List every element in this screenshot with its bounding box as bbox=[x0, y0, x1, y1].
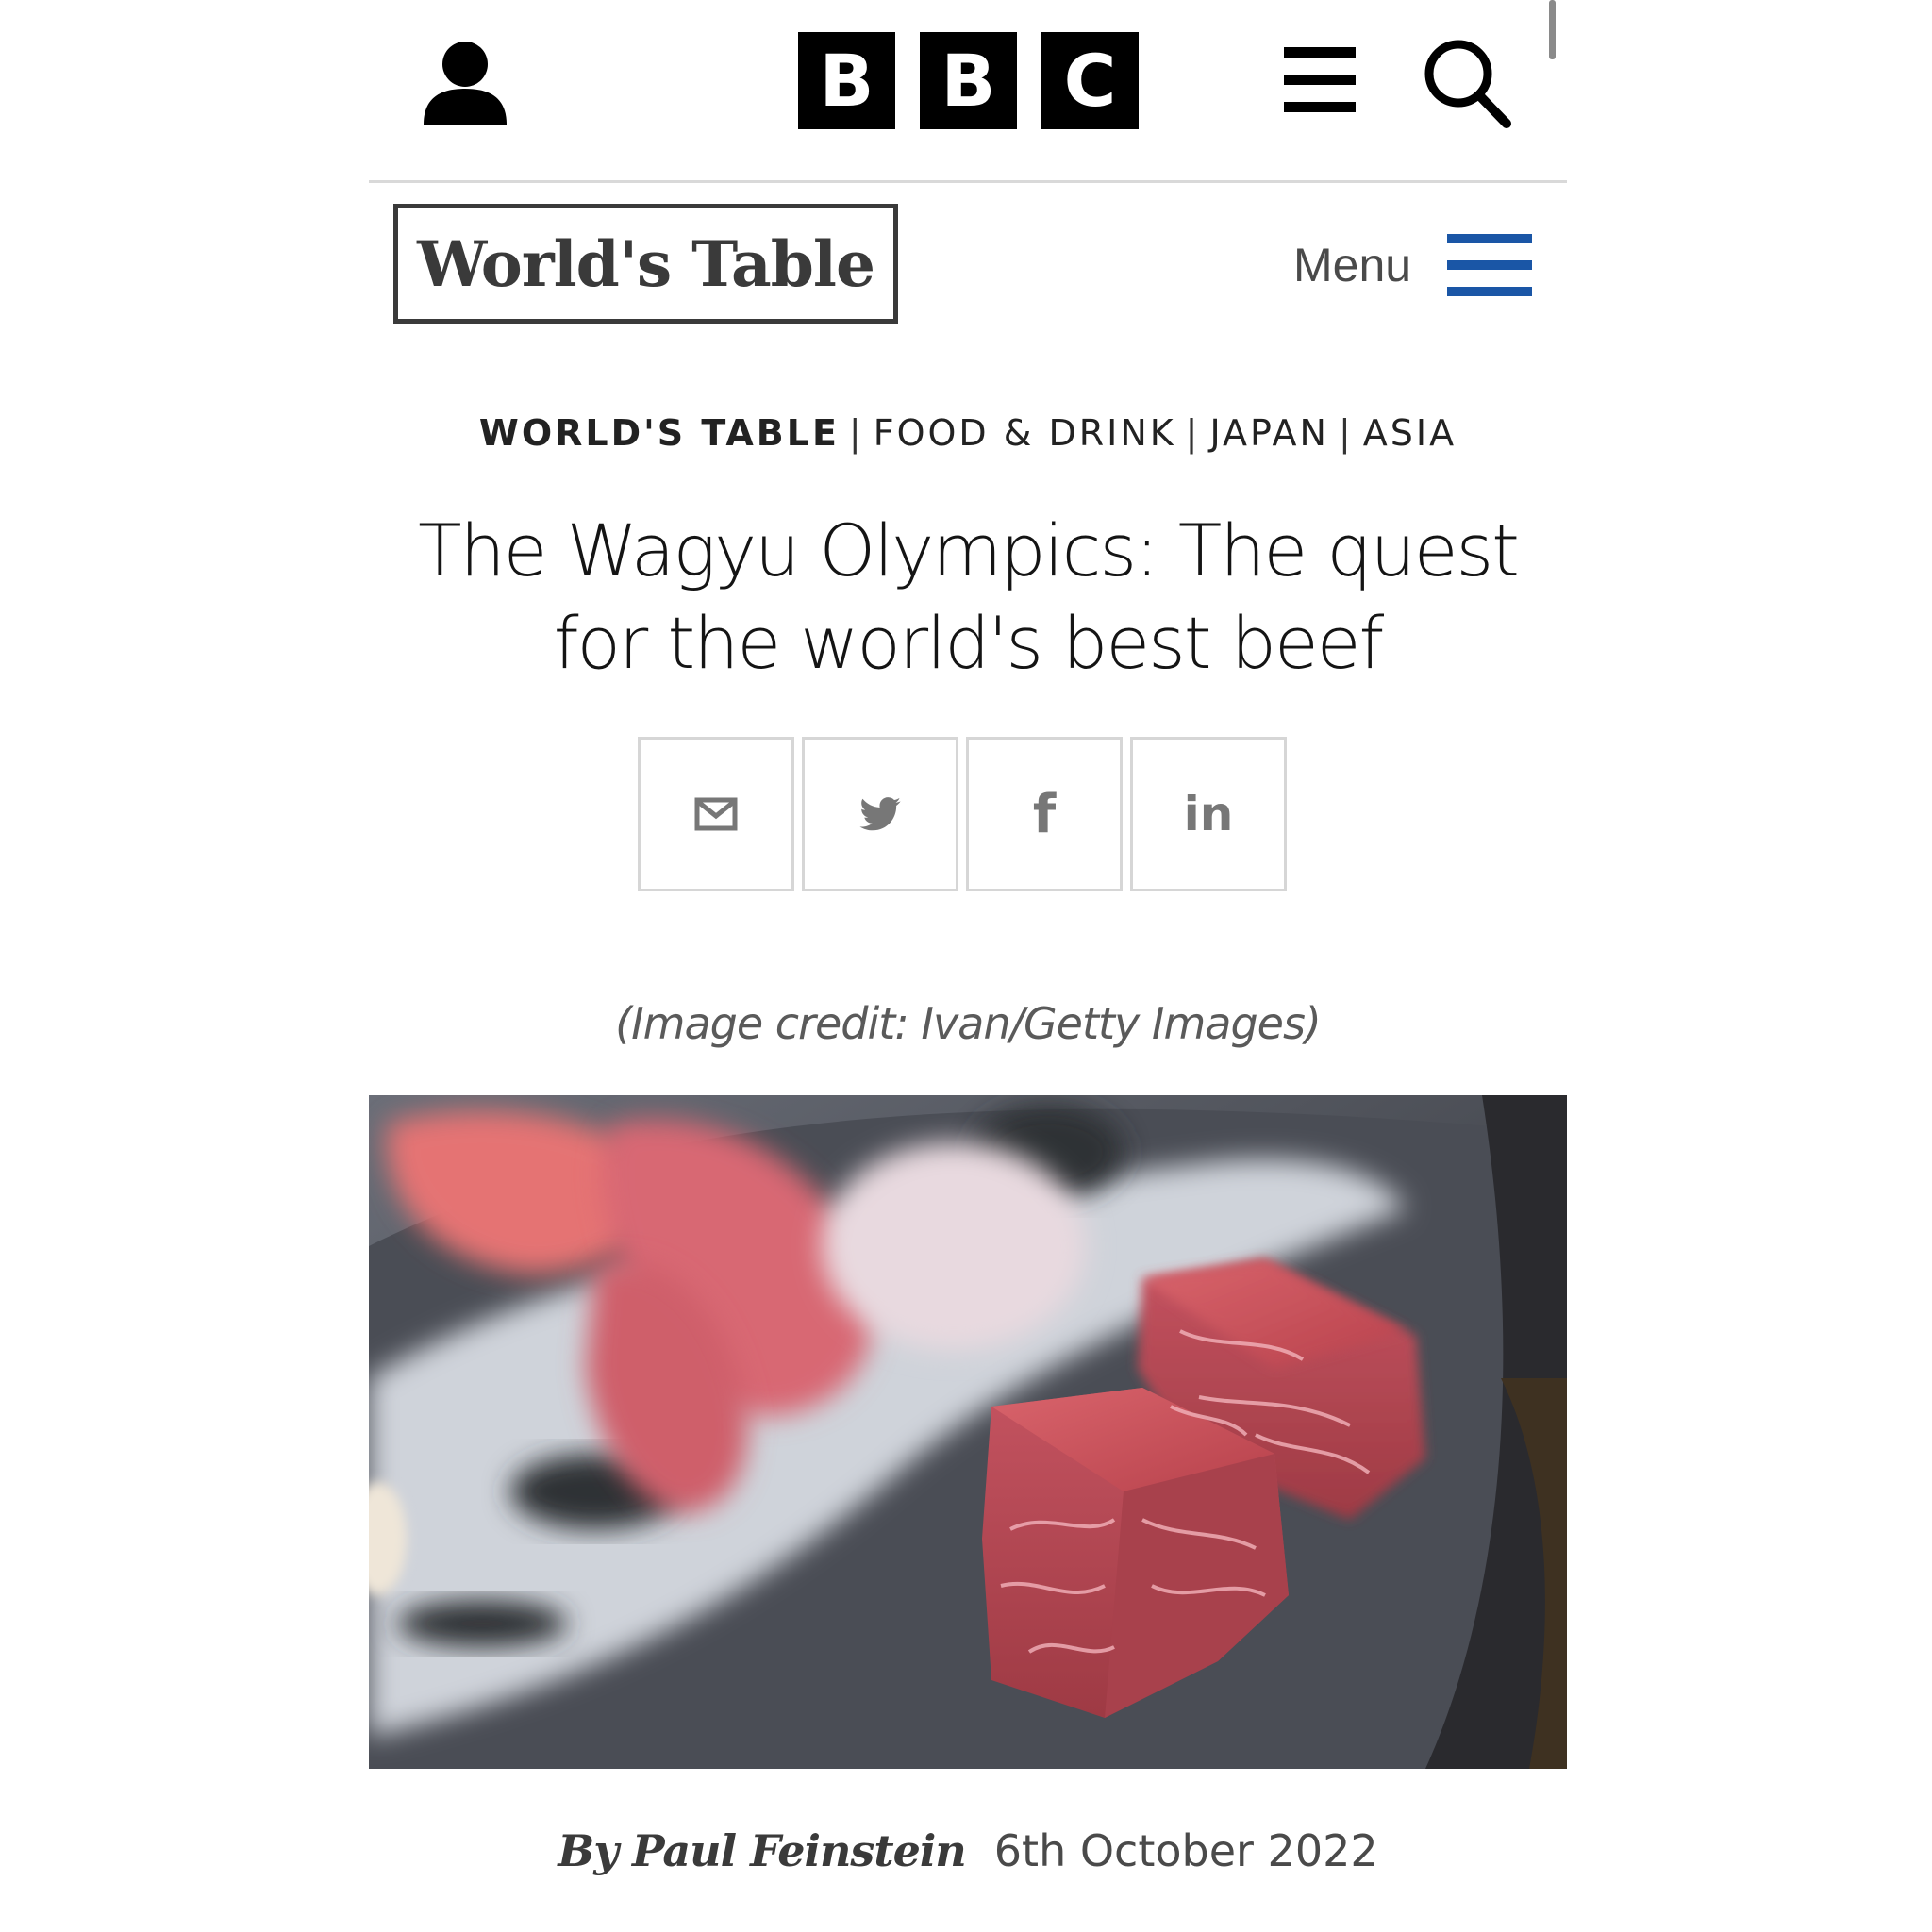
share-twitter-button[interactable] bbox=[802, 737, 958, 891]
share-email-button[interactable] bbox=[638, 737, 794, 891]
hero-image-wagyu-beef bbox=[369, 1095, 1567, 1769]
article-title-line: The Wagyu Olympics: The quest bbox=[418, 508, 1520, 592]
bbc-logo-letter: B bbox=[920, 32, 1017, 129]
bbc-logo[interactable]: B B C bbox=[798, 32, 1139, 129]
menu-lines-icon bbox=[1447, 234, 1533, 296]
article-title: The Wagyu Olympics: The quest for the wo… bbox=[407, 505, 1529, 690]
worlds-table-logo[interactable]: World's Table bbox=[393, 204, 898, 324]
breadcrumb-separator: | bbox=[848, 412, 864, 454]
breadcrumb-separator: | bbox=[1338, 412, 1354, 454]
article-page: B B C World's Table Menu WORLD'S TABLE | F… bbox=[369, 0, 1567, 1932]
facebook-icon: f bbox=[1032, 783, 1057, 845]
article-title-line: for the world's best beef bbox=[553, 601, 1385, 685]
twitter-icon bbox=[859, 797, 901, 831]
hamburger-menu-icon[interactable] bbox=[1284, 47, 1356, 113]
article-byline: By Paul Feinstein 6th October 2022 bbox=[369, 1825, 1567, 1876]
breadcrumb-food-drink[interactable]: FOOD & DRINK bbox=[874, 412, 1176, 454]
breadcrumb-japan[interactable]: JAPAN bbox=[1209, 412, 1328, 454]
search-icon[interactable] bbox=[1423, 38, 1511, 128]
breadcrumb-worlds-table[interactable]: WORLD'S TABLE bbox=[479, 412, 840, 454]
scrollbar-thumb[interactable] bbox=[1549, 0, 1556, 59]
share-linkedin-button[interactable]: in bbox=[1130, 737, 1287, 891]
bbc-header: B B C bbox=[369, 0, 1567, 183]
breadcrumb-separator: | bbox=[1185, 412, 1201, 454]
wagyu-photo bbox=[369, 1095, 1567, 1769]
menu-label: Menu bbox=[1293, 239, 1412, 291]
share-bar: f in bbox=[638, 737, 1287, 891]
bbc-logo-letter: C bbox=[1041, 32, 1139, 129]
bbc-logo-letter: B bbox=[798, 32, 895, 129]
publish-date: 6th October 2022 bbox=[993, 1825, 1378, 1876]
breadcrumb-asia[interactable]: ASIA bbox=[1363, 412, 1457, 454]
image-credit: (Image credit: Ivan/Getty Images) bbox=[615, 998, 1322, 1049]
author-name[interactable]: By Paul Feinstein bbox=[558, 1825, 966, 1876]
share-facebook-button[interactable]: f bbox=[966, 737, 1123, 891]
email-icon bbox=[694, 797, 738, 831]
linkedin-icon: in bbox=[1183, 787, 1234, 841]
user-account-icon[interactable] bbox=[422, 38, 508, 125]
breadcrumb: WORLD'S TABLE | FOOD & DRINK | JAPAN | ASIA bbox=[369, 412, 1567, 454]
section-menu-button[interactable]: Menu bbox=[1293, 234, 1533, 296]
